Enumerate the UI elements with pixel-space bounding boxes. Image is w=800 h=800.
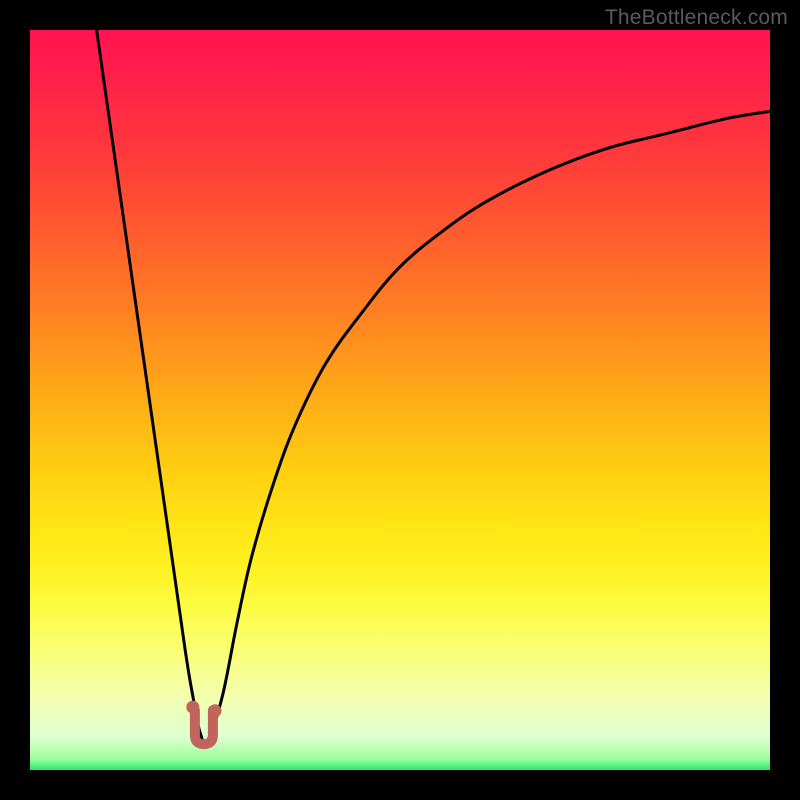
watermark-text: TheBottleneck.com	[605, 6, 788, 30]
plot-area	[30, 30, 770, 770]
marker-dot	[209, 704, 222, 717]
outer-frame: TheBottleneck.com	[0, 0, 800, 800]
gradient-background	[30, 30, 770, 770]
marker-dot	[186, 701, 199, 714]
bottleneck-chart	[30, 30, 770, 770]
